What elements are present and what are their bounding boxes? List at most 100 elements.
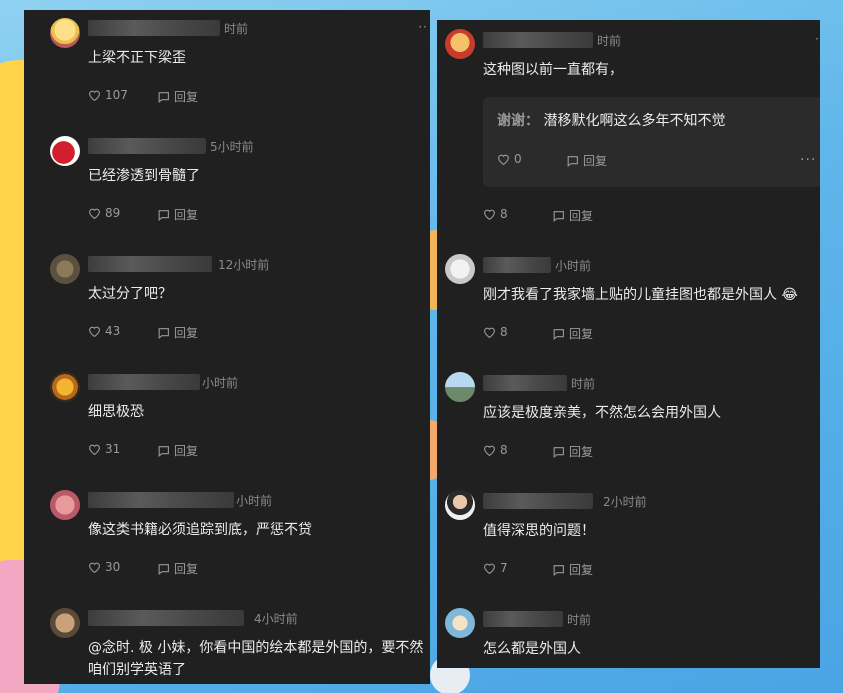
reply-label: 回复 (569, 209, 594, 223)
more-dots-icon[interactable]: ·· (418, 20, 428, 34)
user-avatar[interactable] (50, 490, 80, 520)
comment-text: 细思极恐 (88, 404, 144, 420)
more-dots-icon[interactable]: · (815, 32, 820, 46)
comment-time: 时前 (567, 613, 592, 627)
username-blurred[interactable] (483, 375, 567, 391)
comment-text: 太过分了吧？ (88, 286, 172, 302)
comment-time: 小时前 (555, 259, 592, 273)
like-button[interactable]: 89 (88, 206, 120, 220)
heart-icon (89, 208, 100, 219)
like-button[interactable]: 31 (88, 442, 120, 456)
reply-button[interactable]: 回复 (566, 152, 607, 169)
comment-text: 这种图以前一直都有， (483, 62, 623, 78)
comment-bubble-icon (553, 328, 564, 340)
user-avatar[interactable] (445, 29, 475, 59)
like-button[interactable]: 30 (88, 560, 120, 574)
reply-text: 潜移默化啊这么多年不知不觉 (543, 113, 726, 129)
comment-text: 像这类书籍必须追踪到底，严惩不贷 (88, 522, 312, 538)
comment-panel-right: 时前 · 这种图以前一直都有， 谢谢： 潜移默化啊这么多年不知不觉 0 回复 ·… (437, 20, 820, 668)
reply-label: 回复 (174, 208, 199, 222)
reply-label: 回复 (569, 563, 594, 577)
user-avatar[interactable] (50, 18, 80, 48)
reply-button[interactable]: 回复 (157, 88, 198, 105)
like-count: 0 (514, 152, 522, 166)
comment-time: 5小时前 (210, 140, 254, 154)
like-button[interactable]: 107 (88, 88, 128, 102)
user-avatar[interactable] (50, 608, 80, 638)
comment-bubble-icon (158, 445, 169, 457)
comment-time: 时前 (597, 34, 622, 48)
like-count: 43 (105, 324, 121, 338)
username-blurred[interactable] (483, 32, 593, 48)
username-blurred[interactable] (483, 257, 551, 273)
user-avatar[interactable] (445, 490, 475, 520)
username-blurred[interactable] (88, 256, 212, 272)
heart-icon (89, 444, 100, 455)
like-button[interactable]: 7 (483, 561, 508, 575)
like-count: 8 (500, 443, 508, 457)
like-button[interactable]: 0 (497, 152, 522, 166)
heart-icon (89, 90, 100, 101)
nested-reply: 谢谢： 潜移默化啊这么多年不知不觉 0 回复 ··· (483, 97, 820, 187)
comment-text: 怎么都是外国人 (483, 641, 581, 657)
comment-bubble-icon (158, 563, 169, 575)
comment-bubble-icon (158, 209, 169, 221)
like-button[interactable]: 8 (483, 325, 508, 339)
reply-button[interactable]: 回复 (157, 442, 198, 459)
comment-bubble-icon (567, 155, 578, 167)
heart-icon (484, 327, 495, 338)
more-dots-icon[interactable]: ··· (800, 152, 816, 168)
reply-button[interactable]: 回复 (552, 207, 593, 224)
comment-bubble-icon (158, 327, 169, 339)
reply-button[interactable]: 回复 (157, 560, 198, 577)
user-avatar[interactable] (445, 254, 475, 284)
comment-text: 已经渗透到骨髓了 (88, 168, 200, 184)
user-avatar[interactable] (445, 372, 475, 402)
like-count: 8 (500, 207, 508, 221)
like-count: 31 (105, 442, 121, 456)
comment-time: 12小时前 (218, 258, 270, 272)
username-blurred[interactable] (88, 610, 244, 626)
like-button[interactable]: 8 (483, 207, 508, 221)
like-button[interactable]: 8 (483, 443, 508, 457)
heart-icon (498, 154, 509, 165)
reply-author[interactable]: 谢谢： (497, 113, 539, 129)
user-avatar[interactable] (445, 608, 475, 638)
user-avatar[interactable] (50, 372, 80, 402)
reply-label: 回复 (174, 444, 199, 458)
comment-bubble-icon (158, 91, 169, 103)
like-count: 89 (105, 206, 121, 220)
reply-label: 回复 (174, 562, 199, 576)
heart-icon (484, 209, 495, 220)
comment-panel-left: 时前 ·· 上梁不正下梁歪 107 回复 5小时前 已经渗透到骨髓了 89 回复… (24, 10, 430, 684)
like-count: 30 (105, 560, 121, 574)
reply-button[interactable]: 回复 (552, 561, 593, 578)
reply-label: 回复 (569, 445, 594, 459)
user-avatar[interactable] (50, 254, 80, 284)
reply-label: 回复 (583, 154, 608, 168)
reply-label: 回复 (174, 90, 199, 104)
comment-text: 值得深思的问题！ (483, 523, 595, 539)
username-blurred[interactable] (88, 374, 200, 390)
comment-time: 4小时前 (254, 612, 298, 626)
comment-time: 2小时前 (603, 495, 647, 509)
reply-button[interactable]: 回复 (157, 324, 198, 341)
reply-button[interactable]: 回复 (552, 325, 593, 342)
reply-button[interactable]: 回复 (552, 443, 593, 460)
comment-time: 小时前 (202, 376, 239, 390)
username-blurred[interactable] (483, 611, 563, 627)
username-blurred[interactable] (483, 493, 593, 509)
like-button[interactable]: 43 (88, 324, 120, 338)
user-avatar[interactable] (50, 136, 80, 166)
reply-content: 谢谢： 潜移默化啊这么多年不知不觉 (497, 110, 725, 132)
username-blurred[interactable] (88, 20, 220, 36)
comment-text: 上梁不正下梁歪 (88, 50, 186, 66)
comment-bubble-icon (553, 210, 564, 222)
reply-button[interactable]: 回复 (157, 206, 198, 223)
username-blurred[interactable] (88, 138, 206, 154)
heart-icon (484, 445, 495, 456)
like-count: 7 (500, 561, 508, 575)
comment-bubble-icon (553, 564, 564, 576)
username-blurred[interactable] (88, 492, 234, 508)
like-count: 8 (500, 325, 508, 339)
